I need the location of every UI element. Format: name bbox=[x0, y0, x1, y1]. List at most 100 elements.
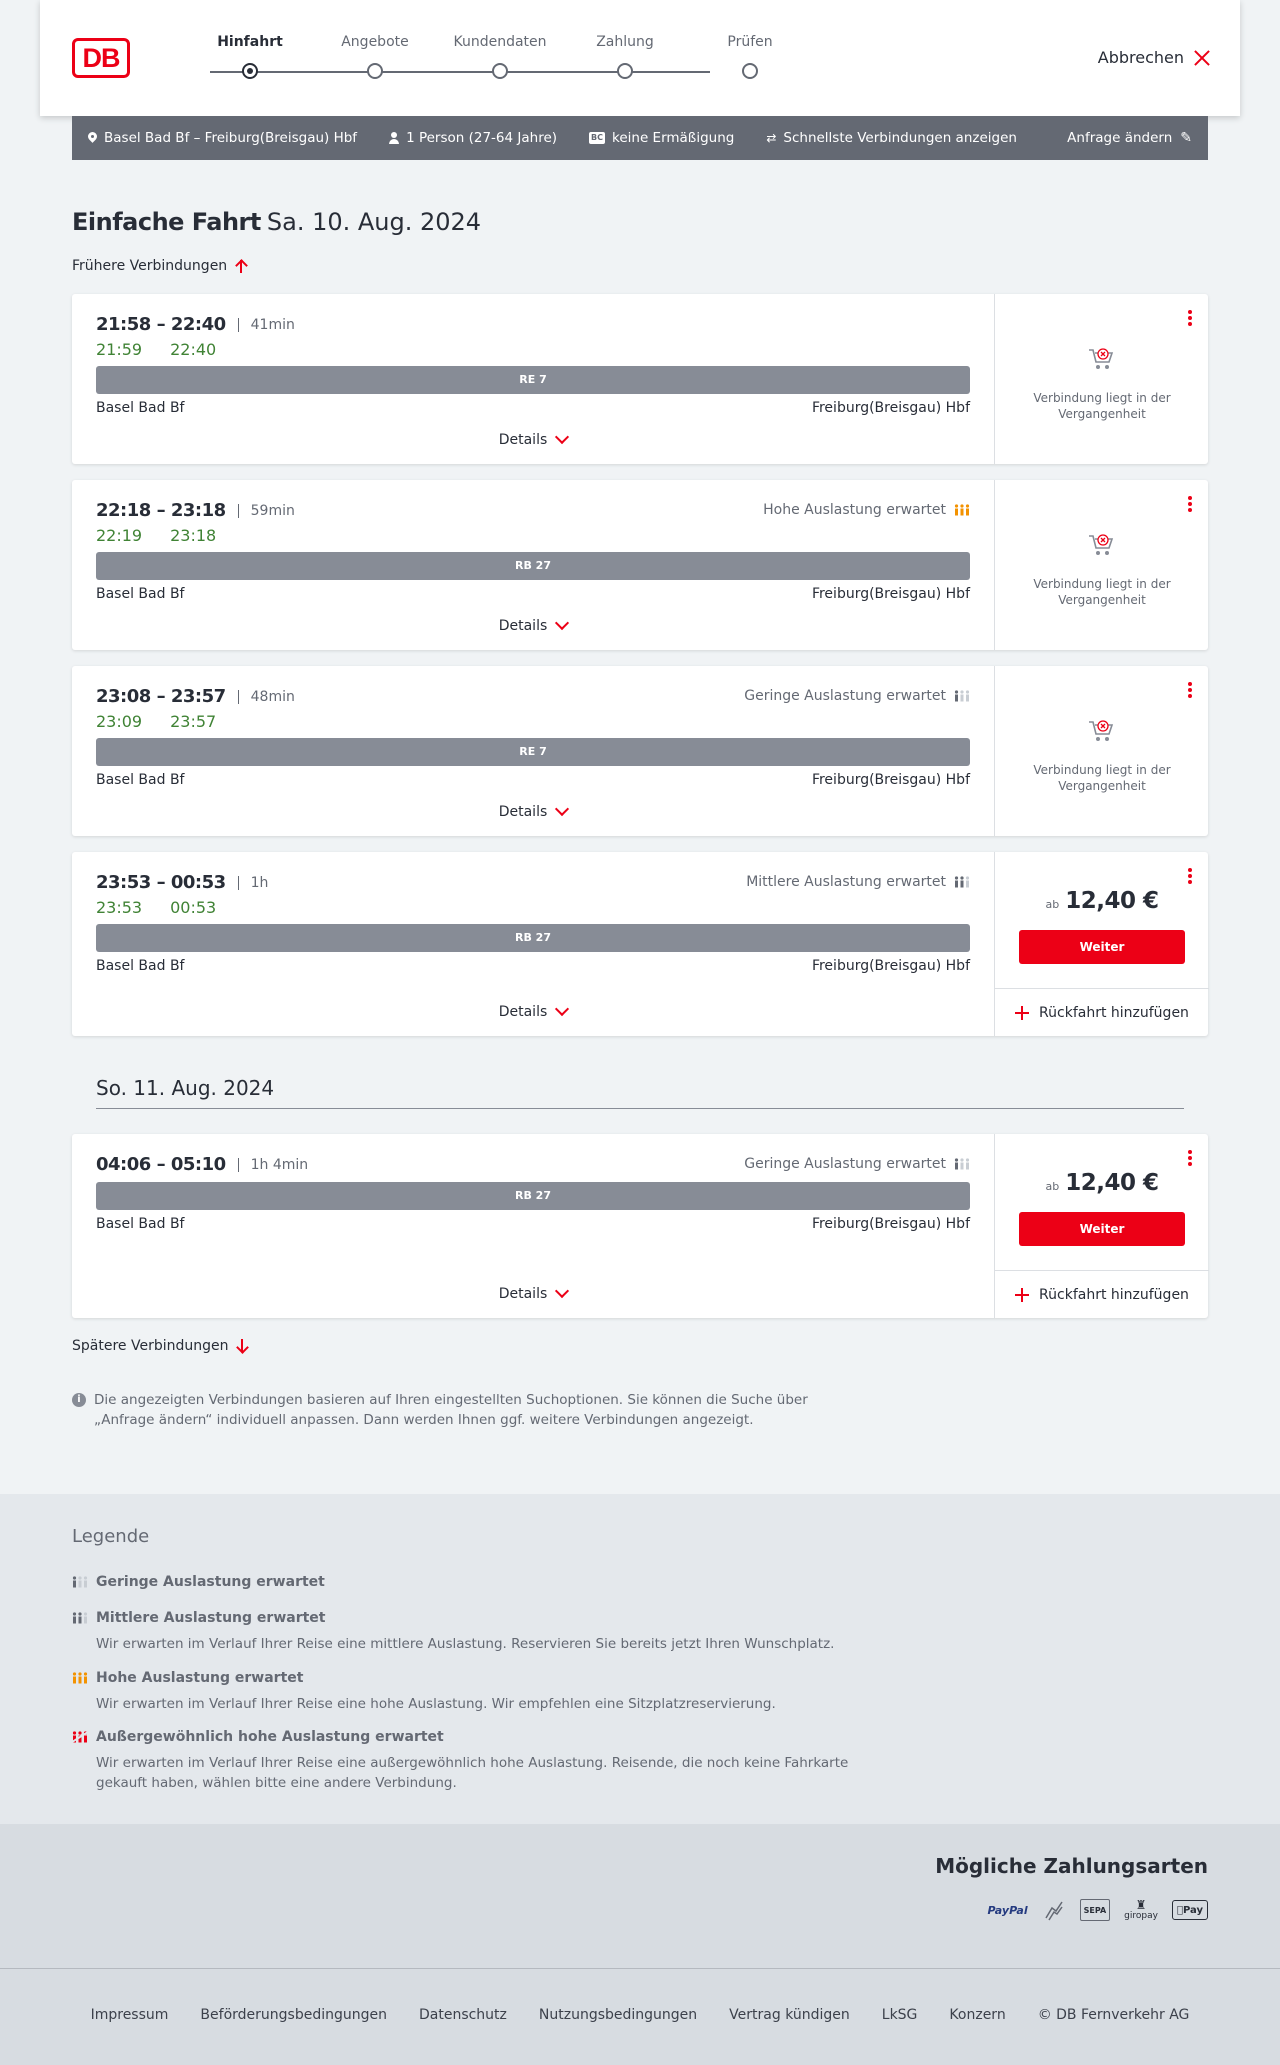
step-angebote: Angebote bbox=[341, 34, 409, 50]
legend-item-low: Geringe Auslastung erwartet bbox=[72, 1574, 325, 1590]
train-bar[interactable]: RE 7 bbox=[96, 738, 970, 766]
trip-type: Einfache Fahrt bbox=[72, 208, 261, 236]
chevron-down-icon bbox=[555, 801, 570, 817]
duration: 59min bbox=[250, 502, 295, 519]
legend-item-very-high: Außergewöhnlich hohe Auslastung erwartet bbox=[72, 1729, 444, 1745]
apple-pay-label: Pay bbox=[1182, 1904, 1203, 1916]
footer-link-datenschutz[interactable]: Datenschutz bbox=[419, 2007, 507, 2023]
connection-card[interactable]: 04:06 – 05:10 1h 4min Geringe Auslastung … bbox=[72, 1134, 1209, 1318]
realtime-departure: 22:19 bbox=[96, 526, 143, 545]
more-options-icon[interactable] bbox=[1188, 1150, 1192, 1166]
train-bar[interactable]: RB 27 bbox=[96, 552, 970, 580]
stations: Basel Bad Bf Freiburg(Breisgau) Hbf bbox=[96, 772, 970, 788]
price-value: 12,40 € bbox=[1065, 888, 1159, 914]
arrow-up-icon bbox=[235, 259, 247, 273]
offer-panel: ab 12,40 € Weiter Rückfahrt hinzufügen bbox=[994, 1134, 1209, 1318]
details-toggle[interactable]: Details bbox=[96, 429, 970, 448]
past-connection-note: Verbindung liegt in der Vergangenheit bbox=[1033, 577, 1171, 607]
traveller-summary: 1 Person (27-64 Jahre) bbox=[389, 130, 557, 146]
chevron-down-icon bbox=[555, 1283, 570, 1299]
price-value: 12,40 € bbox=[1065, 1170, 1159, 1196]
later-connections-link[interactable]: Spätere Verbindungen bbox=[72, 1338, 248, 1354]
details-toggle[interactable]: Details bbox=[96, 615, 970, 634]
add-return-trip-button[interactable]: Rückfahrt hinzufügen bbox=[995, 988, 1209, 1036]
more-options-icon[interactable] bbox=[1188, 682, 1192, 698]
price-prefix: ab bbox=[1045, 1180, 1060, 1193]
train-bar[interactable]: RB 27 bbox=[96, 924, 970, 952]
more-options-icon[interactable] bbox=[1188, 868, 1192, 884]
departure-station: Basel Bad Bf bbox=[96, 1216, 185, 1232]
details-toggle[interactable]: Details bbox=[96, 1001, 970, 1020]
legend-desc: Wir erwarten im Verlauf Ihrer Reise eine… bbox=[96, 1755, 849, 1791]
plus-icon bbox=[1015, 1005, 1030, 1020]
legend-label: Außergewöhnlich hohe Auslastung erwartet bbox=[96, 1729, 444, 1745]
header: DB Hinfahrt Angebote Kundendaten Zahlung… bbox=[40, 0, 1240, 116]
footer-link-impressum[interactable]: Impressum bbox=[91, 2007, 169, 2023]
add-return-trip-button[interactable]: Rückfahrt hinzufügen bbox=[995, 1270, 1209, 1318]
load-indicator: Geringe Auslastung erwartet bbox=[744, 1156, 970, 1172]
footer: Impressum Beförderungsbedingungen Datens… bbox=[0, 1968, 1280, 2065]
realtime-arrival: 22:40 bbox=[170, 340, 217, 359]
realtime-departure: 23:53 bbox=[96, 898, 143, 917]
connection-times: 23:08 – 23:57 48min bbox=[96, 686, 295, 707]
realtime-times: 22:19 23:18 bbox=[96, 526, 244, 545]
realtime-times: 21:59 22:40 bbox=[96, 340, 244, 359]
cancel-button[interactable]: Abbrechen bbox=[1098, 48, 1210, 67]
footer-link-konzern[interactable]: Konzern bbox=[949, 2007, 1005, 2023]
chevron-down-icon bbox=[555, 1001, 570, 1017]
chevron-down-icon bbox=[555, 615, 570, 631]
legend-item-medium: Mittlere Auslastung erwartet bbox=[72, 1610, 325, 1626]
db-logo[interactable]: DB bbox=[72, 38, 130, 78]
earlier-connections-link[interactable]: Frühere Verbindungen bbox=[72, 258, 247, 274]
very-high-load-icon bbox=[72, 1731, 88, 1743]
swap-arrows-icon: ⇄ bbox=[766, 131, 777, 145]
more-options-icon[interactable] bbox=[1188, 310, 1192, 326]
plus-icon bbox=[1015, 1287, 1030, 1302]
step-dot-active bbox=[242, 63, 258, 79]
option-summary: ⇄ Schnellste Verbindungen anzeigen bbox=[766, 130, 1017, 146]
details-toggle[interactable]: Details bbox=[96, 801, 970, 820]
load-indicator: Geringe Auslastung erwartet bbox=[744, 688, 970, 704]
offer-panel: Verbindung liegt in der Vergangenheit bbox=[994, 666, 1208, 836]
train-bar[interactable]: RB 27 bbox=[96, 1182, 970, 1210]
info-text: Die angezeigten Verbindungen basieren au… bbox=[94, 1392, 808, 1428]
continue-button[interactable]: Weiter bbox=[1019, 930, 1185, 964]
price: ab 12,40 € bbox=[995, 888, 1209, 914]
medium-load-icon bbox=[72, 1612, 88, 1624]
step-dot bbox=[367, 63, 383, 79]
change-request-button[interactable]: Anfrage ändern ✎ bbox=[1067, 130, 1192, 146]
step-zahlung: Zahlung bbox=[596, 34, 654, 50]
legend-item-high: Hohe Auslastung erwartet bbox=[72, 1670, 303, 1686]
connection-card[interactable]: 22:18 – 23:18 59min Hohe Auslastung erwar… bbox=[72, 480, 1208, 650]
cart-unavailable-icon bbox=[1089, 534, 1114, 555]
connection-card[interactable]: 23:08 – 23:57 48min Geringe Auslastung er… bbox=[72, 666, 1208, 836]
realtime-times: 23:53 00:53 bbox=[96, 898, 244, 917]
close-icon bbox=[1194, 50, 1210, 66]
stations: Basel Bad Bf Freiburg(Breisgau) Hbf bbox=[96, 400, 970, 416]
past-connection-note: Verbindung liegt in der Vergangenheit bbox=[1033, 391, 1171, 421]
option-text: Schnellste Verbindungen anzeigen bbox=[783, 130, 1017, 146]
connection-card[interactable]: 23:53 – 00:53 1h Mittlere Auslastung erwa… bbox=[72, 852, 1209, 1036]
footer-link-befoerderungsbedingungen[interactable]: Beförderungsbedingungen bbox=[200, 2007, 387, 2023]
footer-link-vertrag-kuendigen[interactable]: Vertrag kündigen bbox=[729, 2007, 850, 2023]
continue-button[interactable]: Weiter bbox=[1019, 1212, 1185, 1246]
page-title: Einfache Fahrt Sa. 10. Aug. 2024 bbox=[72, 208, 481, 236]
footer-link-lksg[interactable]: LkSG bbox=[882, 2007, 918, 2023]
cart-unavailable-icon bbox=[1089, 720, 1114, 741]
more-options-icon[interactable] bbox=[1188, 496, 1192, 512]
giropay-label: giropay bbox=[1124, 1911, 1158, 1921]
copyright: © DB Fernverkehr AG bbox=[1037, 2007, 1190, 2023]
footer-link-nutzungsbedingungen[interactable]: Nutzungsbedingungen bbox=[539, 2007, 697, 2023]
high-load-icon bbox=[72, 1672, 88, 1684]
load-text: Geringe Auslastung erwartet bbox=[744, 688, 946, 704]
payment-icons: PayPal SEPA ♜giropay Pay bbox=[987, 1896, 1208, 1924]
cancel-label: Abbrechen bbox=[1097, 48, 1184, 67]
step-dot bbox=[742, 63, 758, 79]
pencil-icon: ✎ bbox=[1180, 130, 1192, 146]
details-toggle[interactable]: Details bbox=[96, 1283, 970, 1302]
connection-card[interactable]: 21:58 – 22:40 41min 21:59 22:40 RE 7 Basel… bbox=[72, 294, 1208, 464]
train-bar[interactable]: RE 7 bbox=[96, 366, 970, 394]
departure-station: Basel Bad Bf bbox=[96, 400, 185, 416]
search-summary-bar: Basel Bad Bf – Freiburg(Breisgau) Hbf 1 … bbox=[72, 116, 1208, 160]
legend-label: Hohe Auslastung erwartet bbox=[96, 1670, 304, 1686]
